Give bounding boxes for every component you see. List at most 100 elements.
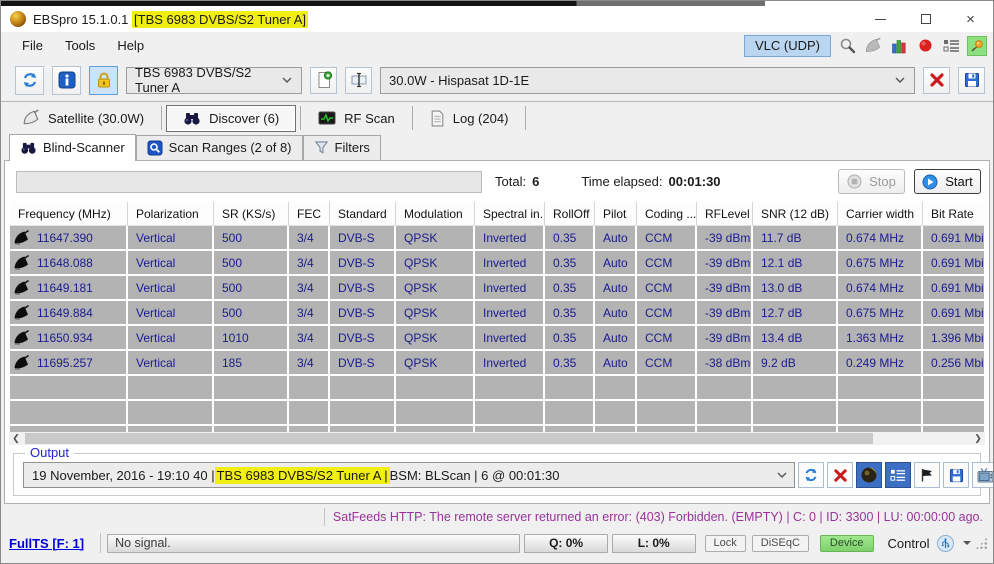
tab-separator [161,106,162,130]
lock-tuner-button[interactable] [89,66,118,95]
col-standard[interactable]: Standard [330,202,396,225]
output-preview-button[interactable] [972,462,994,488]
control-dropdown-caret[interactable] [963,541,971,545]
col-fec[interactable]: FEC [289,202,330,225]
cell-symbol-rate: 185 [214,351,289,374]
maximize-button[interactable] [903,6,948,32]
cell-bit-rate: 0.691 Mbit/s [923,251,984,274]
scroll-left-arrow[interactable]: ❮ [9,432,23,445]
table-row[interactable]: 11650.934 Vertical 1010 3/4 DVB-S QPSK I… [10,326,984,351]
col-frequency[interactable]: Frequency (MHz) [10,202,128,225]
usb-control-button[interactable] [937,535,954,552]
chart-button[interactable] [889,36,909,56]
tab-discover[interactable]: Discover (6) [166,105,296,132]
results-table: Frequency (MHz) Polarization SR (KS/s) F… [10,202,984,432]
delete-satellite-button[interactable] [923,67,950,94]
cell-frequency: 11647.390 [10,226,128,249]
start-button-label: Start [945,174,972,189]
output-web-button[interactable] [856,462,882,488]
cell-snr: 12.1 dB [753,251,838,274]
col-rflevel[interactable]: RFLevel [697,202,753,225]
start-button[interactable]: Start [914,169,981,194]
output-details-button[interactable] [885,462,911,488]
cell-symbol-rate: 1010 [214,326,289,349]
menu-tools[interactable]: Tools [54,34,106,57]
details-view-button[interactable] [941,36,961,56]
subtab-scan-ranges-label: Scan Ranges (2 of 8) [169,140,292,155]
table-row[interactable]: 11648.088 Vertical 500 3/4 DVB-S QPSK In… [10,251,984,276]
flag-icon [919,467,935,483]
globe-icon [860,466,878,484]
save-satellite-button[interactable] [958,67,985,94]
table-row[interactable]: 11649.181 Vertical 500 3/4 DVB-S QPSK In… [10,276,984,301]
discover-panel: Total: 6 Time elapsed: 00:01:30 Stop Sta… [4,160,990,504]
cell-frequency-value: 11695.257 [37,356,93,370]
lock-status-button[interactable]: Lock [705,535,746,552]
add-page-icon [315,71,333,89]
device-button[interactable]: Device [820,535,874,552]
table-row[interactable]: 11649.884 Vertical 500 3/4 DVB-S QPSK In… [10,301,984,326]
vlc-udp-button[interactable]: VLC (UDP) [744,35,831,57]
cell-snr: 11.7 dB [753,226,838,249]
table-horizontal-scrollbar[interactable]: ❮ ❯ [9,432,985,445]
close-button[interactable]: × [948,6,993,32]
record-button[interactable] [915,36,935,56]
scroll-right-arrow[interactable]: ❯ [971,432,985,445]
tab-satellite[interactable]: Satellite (30.0W) [9,104,157,132]
col-modulation[interactable]: Modulation [396,202,475,225]
cell-coding: CCM [637,301,697,324]
col-symbol-rate[interactable]: SR (KS/s) [214,202,289,225]
menu-file[interactable]: File [11,34,54,57]
minimize-button[interactable] [858,6,903,32]
table-row[interactable]: 11695.257 Vertical 185 3/4 DVB-S QPSK In… [10,351,984,376]
stop-button-label: Stop [869,174,896,189]
tab-log-label: Log (204) [453,111,509,126]
col-polarization[interactable]: Polarization [128,202,214,225]
fullts-link[interactable]: FullTS [F: 1] [9,536,84,551]
level-indicator: L: 0% [612,534,696,553]
subtab-filters-label: Filters [335,140,370,155]
table-body: 11647.390 Vertical 500 3/4 DVB-S QPSK In… [10,226,984,376]
cell-bit-rate: 0.691 Mbit/s [923,226,984,249]
diseqc-button[interactable]: DiSEqC [752,535,809,552]
cell-frequency-value: 11648.088 [37,256,93,270]
col-spectral[interactable]: Spectral in... [475,202,545,225]
col-coding[interactable]: Coding ... [637,202,697,225]
scrollbar-thumb[interactable] [25,433,873,444]
col-carrier-width[interactable]: Carrier width [838,202,923,225]
output-flag-button[interactable] [914,462,940,488]
col-rolloff[interactable]: RollOff [545,202,595,225]
cell-carrier-width: 0.674 MHz [838,226,923,249]
window-title-text: EBSpro 15.1.0.1 [33,12,132,27]
pin-window-button[interactable] [967,36,987,56]
output-refresh-button[interactable] [798,462,824,488]
add-satellite-button[interactable] [310,67,337,94]
tuner-select[interactable]: TBS 6983 DVBS/S2 Tuner A [126,67,302,94]
col-snr[interactable]: SNR (12 dB) [753,202,838,225]
chevron-down-icon [894,76,906,84]
subtab-blind-scanner[interactable]: Blind-Scanner [9,134,136,161]
search-button[interactable] [837,36,857,56]
output-delete-button[interactable] [827,462,853,488]
tab-rf-scan[interactable]: RF Scan [305,106,408,131]
refresh-devices-button[interactable] [15,66,44,95]
cell-standard: DVB-S [330,226,396,249]
device-info-button[interactable] [52,66,81,95]
output-save-button[interactable] [943,462,969,488]
table-row[interactable]: 11647.390 Vertical 500 3/4 DVB-S QPSK In… [10,226,984,251]
cell-spectral: Inverted [475,326,545,349]
output-select[interactable]: 19 November, 2016 - 19:10 40 | TBS 6983 … [23,462,795,488]
resize-grip[interactable] [975,537,988,550]
satellite-select[interactable]: 30.0W - Hispasat 1D-1E [380,67,915,94]
subtab-scan-ranges[interactable]: Scan Ranges (2 of 8) [136,135,303,160]
rename-satellite-button[interactable] [345,67,372,94]
satfeeds-status-text: SatFeeds HTTP: The remote server returne… [325,510,993,524]
stop-icon [847,174,862,189]
subtab-filters[interactable]: Filters [303,135,381,160]
stop-button[interactable]: Stop [838,169,905,194]
col-pilot[interactable]: Pilot [595,202,637,225]
col-bit-rate[interactable]: Bit Rate [923,202,984,225]
menu-help[interactable]: Help [106,34,155,57]
tab-log[interactable]: Log (204) [417,105,522,132]
satellite-tool-button[interactable] [863,36,883,56]
